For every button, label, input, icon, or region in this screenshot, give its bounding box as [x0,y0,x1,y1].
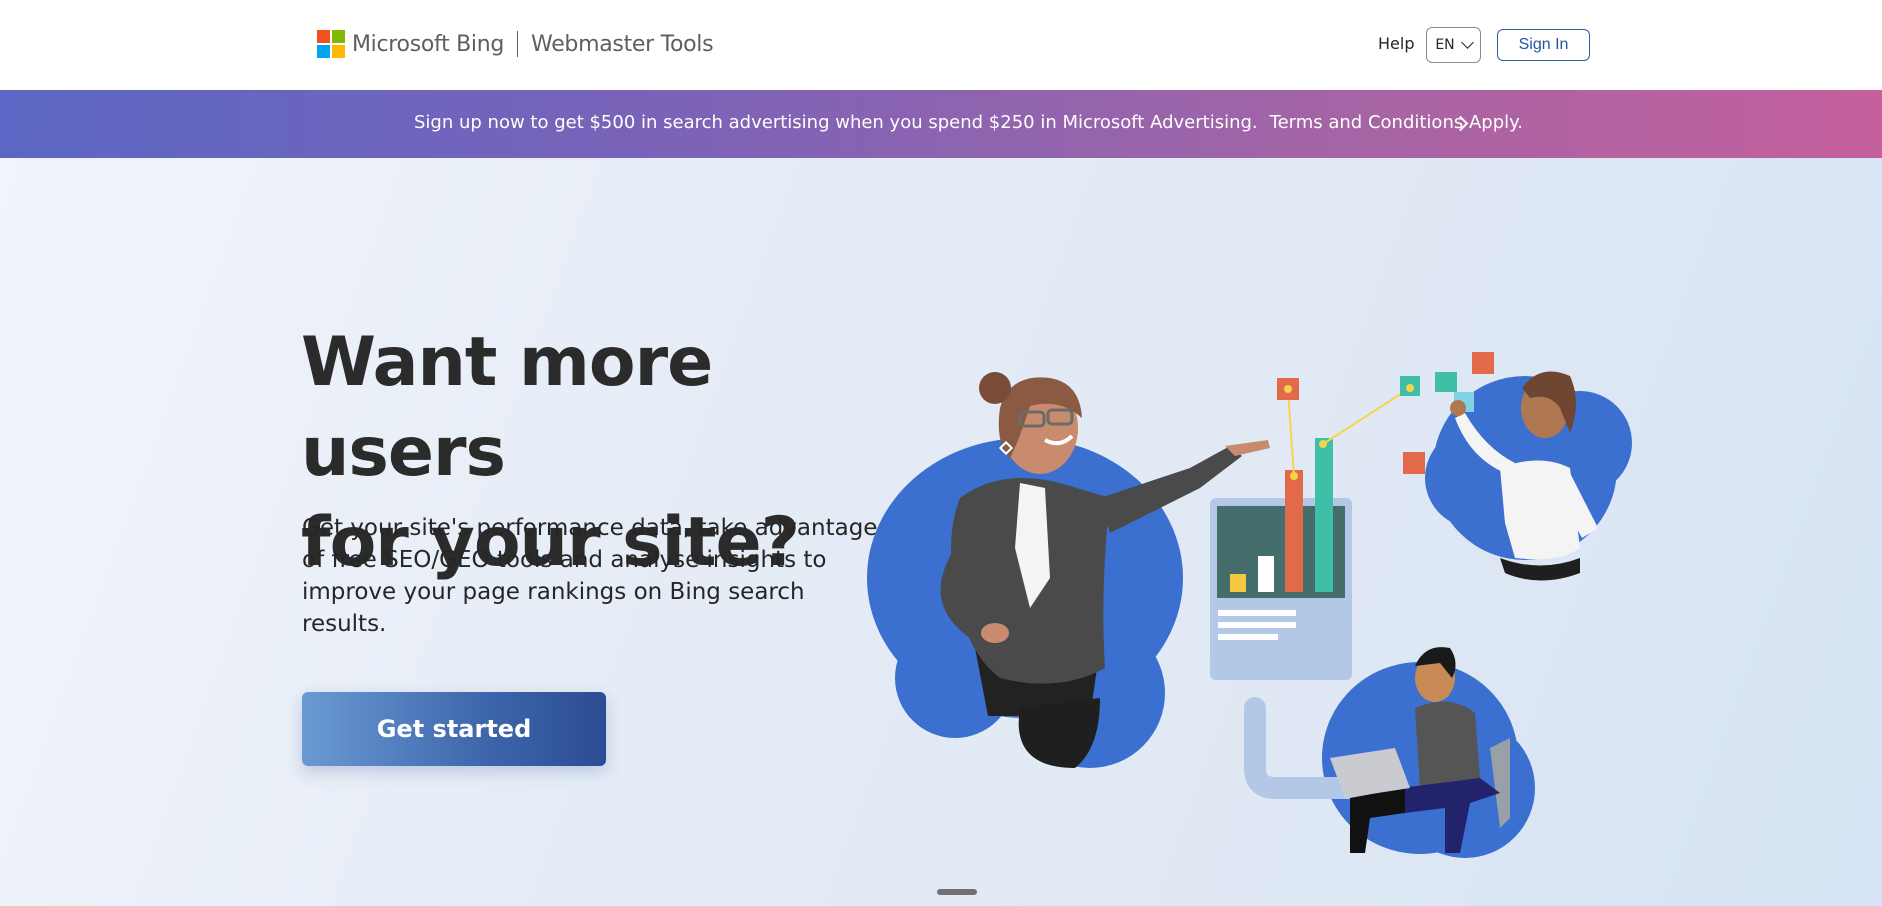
brand-divider [517,31,519,57]
brand-logo-link[interactable]: Microsoft Bing Webmaster Tools [317,30,714,58]
banner-text: Sign up now to get $500 in search advert… [414,112,1258,133]
logo-square-blue [317,45,330,58]
language-select[interactable]: EN [1426,27,1481,63]
terms-link[interactable]: Terms and Conditions Apply. [1270,112,1523,133]
hero-title-line-1: Want more users [301,323,713,492]
logo-square-yellow [332,45,345,58]
sign-in-button[interactable]: Sign In [1497,29,1590,61]
microsoft-logo-icon [317,30,345,58]
chevron-down-icon [1460,36,1474,49]
logo-square-red [317,30,330,43]
top-nav: Microsoft Bing Webmaster Tools Help EN S… [0,0,1882,90]
hero-section: Want more users for your site? Get your … [0,158,1882,906]
promo-banner: Sign up now to get $500 in search advert… [0,90,1882,158]
help-link[interactable]: Help [1378,34,1414,53]
language-value: EN [1435,37,1455,53]
scroll-indicator[interactable] [937,889,977,895]
brand-name: Microsoft Bing [352,31,505,57]
banner-message: Sign up now to get $500 in search advert… [414,112,1523,133]
hero-illustration [867,352,1632,858]
product-name: Webmaster Tools [531,31,714,57]
hero-description: Get your site's performance data, take a… [302,515,878,637]
logo-square-green [332,30,345,43]
get-started-button[interactable]: Get started [302,692,606,766]
